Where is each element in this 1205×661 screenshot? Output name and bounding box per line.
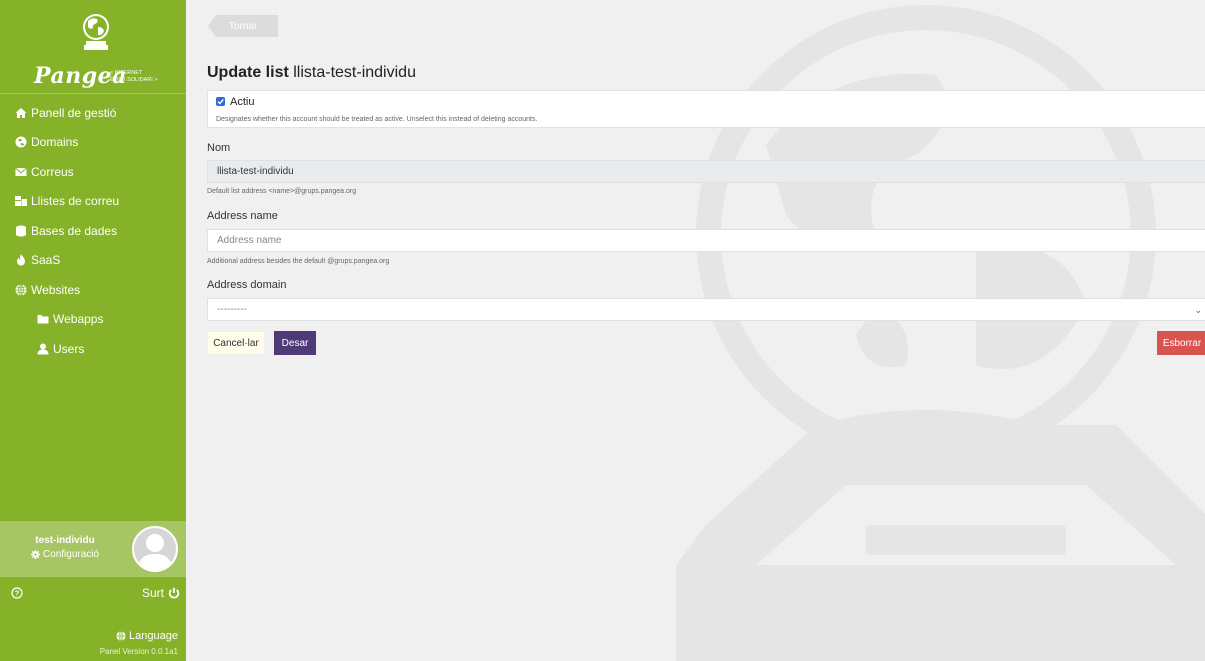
main-content: Tornar Update list llista-test-individu … <box>186 0 1205 661</box>
sidebar-item-label: Llistes de correu <box>31 194 120 209</box>
sidebar-nav: Panell de gestió Domains Correus Llistes… <box>0 94 186 364</box>
sidebar-item-users[interactable]: Users <box>0 334 186 364</box>
username: test-individu <box>35 535 95 546</box>
nom-help-text: Default list address <name>@grups.pangea… <box>207 188 357 195</box>
logo-tagline: < INTERNET ÈTIC I SOLIDARI > <box>110 70 158 83</box>
sidebar-item-label: SaaS <box>31 253 61 268</box>
sidebar-item-label: Websites <box>31 282 81 297</box>
power-icon <box>168 587 180 599</box>
save-button[interactable]: Desar <box>274 331 316 355</box>
chevron-down-icon: ⌄ <box>1194 305 1202 315</box>
sidebar-item-saas[interactable]: SaaS <box>0 246 186 276</box>
sidebar-item-websites[interactable]: Websites <box>0 275 186 305</box>
sidebar-item-label: Users <box>53 341 85 356</box>
active-help-text: Designates whether this account should b… <box>216 116 538 123</box>
globe-icon <box>116 631 126 641</box>
sidebar-item-databases[interactable]: Bases de dades <box>0 216 186 246</box>
sidebar-item-mailing-lists[interactable]: Llistes de correu <box>0 187 186 217</box>
gear-icon <box>30 550 40 559</box>
cancel-button[interactable]: Cancel·lar <box>207 331 265 355</box>
svg-text:?: ? <box>15 589 20 598</box>
avatar[interactable] <box>132 526 178 572</box>
address-name-help-text: Additional address besides the default @… <box>207 258 390 265</box>
address-domain-select[interactable]: --------- ⌄ <box>207 298 1205 321</box>
sidebar: Pangea < INTERNET ÈTIC I SOLIDARI > Pane… <box>0 0 186 661</box>
help-icon[interactable]: ? <box>11 587 23 599</box>
sidebar-item-label: Panell de gestió <box>31 105 117 120</box>
globe-logo-icon <box>83 14 109 50</box>
mail-bulk-icon <box>14 195 28 207</box>
settings-link[interactable]: Configuració <box>0 549 130 560</box>
home-icon <box>14 107 28 119</box>
delete-button[interactable]: Esborrar <box>1157 331 1205 355</box>
active-label: Actiu <box>230 96 255 108</box>
active-checkbox-group: Actiu Designates whether this account sh… <box>207 90 1205 128</box>
sidebar-item-label: Bases de dades <box>31 223 118 238</box>
logout-button[interactable]: Surt <box>142 586 180 600</box>
page-title: Update list llista-test-individu <box>207 64 416 81</box>
nom-field: llista-test-individu <box>207 160 1205 183</box>
logo[interactable]: Pangea < INTERNET ÈTIC I SOLIDARI > <box>0 0 186 94</box>
globe-icon <box>14 283 28 296</box>
version-text: Panel Version 0.0.1a1 <box>99 647 178 656</box>
sidebar-item-domains[interactable]: Domains <box>0 128 186 158</box>
user-icon <box>36 343 50 355</box>
folder-icon <box>36 313 50 325</box>
address-name-input[interactable]: Address name <box>207 229 1205 252</box>
address-domain-label: Address domain <box>207 279 287 291</box>
fire-icon <box>14 254 28 266</box>
sidebar-item-dashboard[interactable]: Panell de gestió <box>0 98 186 128</box>
nom-label: Nom <box>207 142 231 154</box>
database-icon <box>14 225 28 237</box>
back-button[interactable]: Tornar <box>208 15 278 37</box>
globe-circle-icon <box>14 136 28 148</box>
sidebar-item-webapps[interactable]: Webapps <box>0 305 186 335</box>
user-panel: test-individu Configuració <box>0 521 186 577</box>
user-avatar-icon <box>138 534 172 570</box>
sidebar-item-label: Correus <box>31 164 74 179</box>
envelope-icon <box>14 166 28 178</box>
sidebar-item-label: Domains <box>31 135 79 150</box>
active-checkbox[interactable] <box>216 97 225 106</box>
address-name-label: Address name <box>207 210 278 222</box>
sidebar-item-label: Webapps <box>53 312 104 327</box>
language-selector[interactable]: Language <box>116 630 178 642</box>
checkmark-icon <box>217 99 224 105</box>
sidebar-item-mailboxes[interactable]: Correus <box>0 157 186 187</box>
